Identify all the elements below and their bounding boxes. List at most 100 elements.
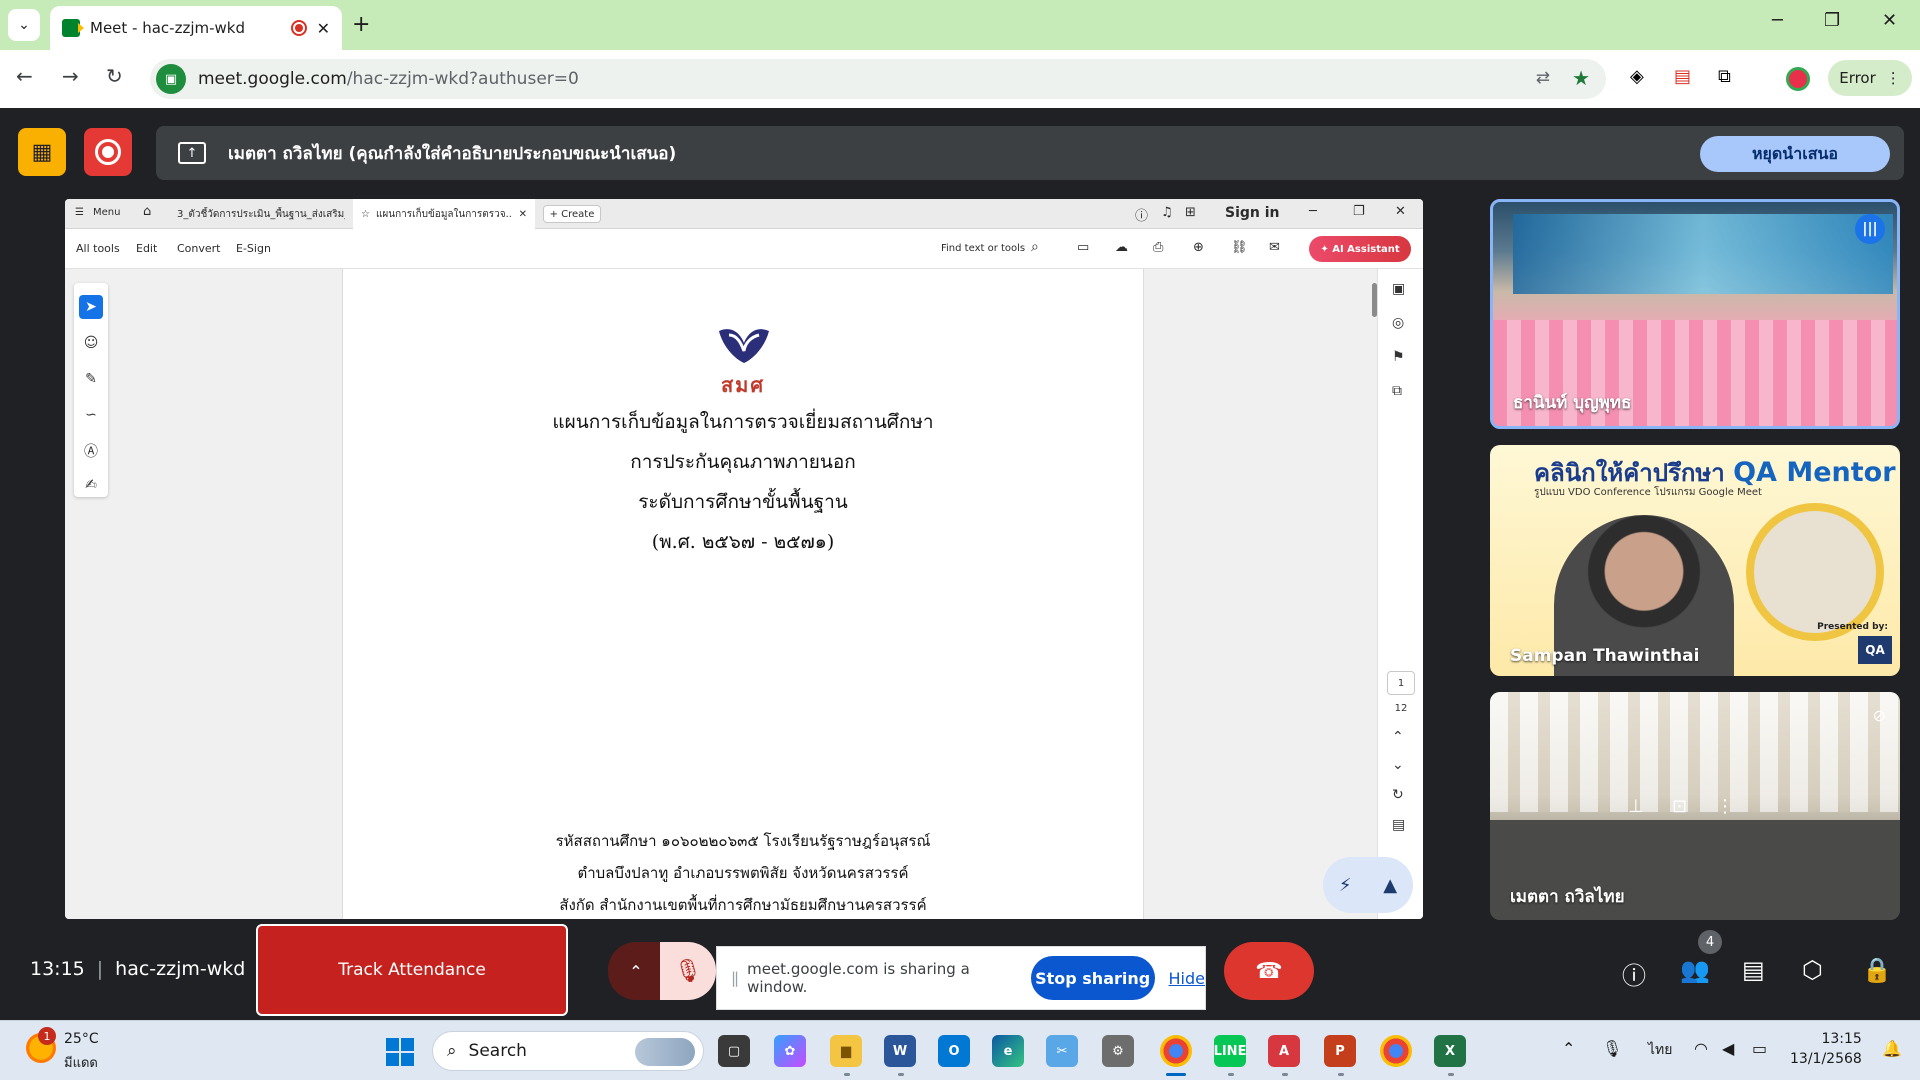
wifi-icon[interactable]: ◠	[1694, 1039, 1708, 1058]
page-down-icon[interactable]: ⌄	[1392, 757, 1404, 773]
back-arrow-icon[interactable]: ←	[16, 64, 33, 88]
close-window-icon[interactable]: ✕	[1882, 10, 1897, 31]
page-up-icon[interactable]: ⌃	[1392, 729, 1404, 745]
edge-icon[interactable]: e	[992, 1035, 1024, 1067]
comment-icon[interactable]: ☺	[79, 331, 103, 355]
word-icon[interactable]: W	[884, 1035, 916, 1067]
acrobat-tab-2[interactable]: ☆ แผนการเก็บข้อมูลในการตรวจ... ✕	[353, 199, 535, 229]
acrobat-restore-icon[interactable]: ❐	[1353, 204, 1365, 219]
recording-icon[interactable]	[84, 128, 132, 176]
extensions-puzzle-icon[interactable]: ⧉	[1718, 66, 1731, 87]
create-button[interactable]: + Create	[543, 205, 601, 223]
ai-assistant-button[interactable]: ✦ AI Assistant	[1309, 236, 1411, 262]
pin-icon[interactable]: ⊥	[1628, 796, 1644, 817]
app-gear-icon[interactable]: ⚙	[1102, 1035, 1134, 1067]
minimize-window-icon[interactable]: ─	[1772, 10, 1783, 31]
windows-start-icon[interactable]	[386, 1038, 414, 1066]
acrobat-tab-1[interactable]: 3_ตัวชี้วัดการประเมิน_พื้นฐาน_ส่งเสริม_.…	[177, 207, 345, 222]
system-clock[interactable]: 13:15 13/1/2568	[1790, 1029, 1862, 1069]
bookmark-panel-icon[interactable]: ⚑	[1392, 349, 1405, 365]
profile-avatar[interactable]	[1786, 67, 1810, 91]
hide-notification-link[interactable]: Hide	[1169, 969, 1205, 988]
chrome-profile-icon[interactable]	[1380, 1035, 1412, 1067]
tab-search-button[interactable]: ⌄	[8, 9, 40, 41]
acrobat-close-icon[interactable]: ✕	[1395, 204, 1406, 219]
battery-icon[interactable]: ▭	[1752, 1039, 1767, 1058]
stop-sharing-button[interactable]: Stop sharing	[1030, 956, 1155, 1000]
extension-vm-icon[interactable]: ▤	[1674, 66, 1691, 87]
acrobat-minimize-icon[interactable]: ─	[1309, 204, 1317, 219]
help-icon[interactable]: ⓘ	[1135, 205, 1148, 224]
menu-convert[interactable]: Convert	[177, 242, 221, 255]
excel-icon[interactable]: X	[1434, 1035, 1466, 1067]
home-icon[interactable]: ⌂	[143, 204, 151, 219]
weather-temperature[interactable]: 25°C	[64, 1031, 99, 1047]
rotate-icon[interactable]: ↻	[1392, 787, 1404, 803]
copilot-icon[interactable]: ✿	[774, 1035, 806, 1067]
volume-icon[interactable]: ◀	[1722, 1039, 1734, 1058]
highlight-pen-icon[interactable]: ✎	[79, 367, 103, 391]
sign-icon[interactable]: ✍	[79, 473, 103, 497]
page-fit-icon[interactable]: ▤	[1392, 817, 1405, 833]
stop-presenting-button[interactable]: หยุดนำเสนอ	[1700, 136, 1890, 172]
tab-close-icon[interactable]: ✕	[317, 19, 330, 38]
current-page-field[interactable]: 1	[1387, 671, 1415, 695]
host-controls-lock-icon[interactable]: 🔒	[1862, 956, 1892, 984]
camera-off-icon[interactable]: ▦	[18, 128, 66, 176]
email-icon[interactable]: ✉	[1269, 240, 1280, 255]
forward-arrow-icon[interactable]: →	[62, 64, 79, 88]
restore-window-icon[interactable]: ❐	[1824, 10, 1840, 31]
search-icon[interactable]: ⌕	[1031, 239, 1039, 255]
acrobat-icon[interactable]: A	[1268, 1035, 1300, 1067]
floating-quick-tools[interactable]: ⚡ ▲	[1323, 857, 1413, 913]
reload-icon[interactable]: ↻	[106, 64, 123, 88]
chrome-icon[interactable]	[1160, 1035, 1192, 1067]
hamburger-icon[interactable]: ☰	[75, 207, 84, 218]
save-icon[interactable]: ▭	[1077, 240, 1089, 255]
participant-tile-1[interactable]: ||| ธานินท์ บุญพุทธ	[1490, 199, 1900, 429]
participant-tile-3[interactable]: ⊘ ⊥ ⊡ ⋮ เมตตา ถวิลไทย	[1490, 692, 1900, 920]
menu-all-tools[interactable]: All tools	[76, 242, 120, 255]
upload-cloud-icon[interactable]: ☁	[1115, 240, 1128, 255]
new-tab-icon[interactable]: +	[352, 12, 370, 37]
browser-tab-meet[interactable]: Meet - hac-zzjm-wkd ✕	[50, 6, 342, 50]
link-icon[interactable]: ⛓	[1231, 240, 1248, 255]
activities-icon[interactable]: ⬡	[1802, 956, 1823, 984]
text-box-icon[interactable]: Ⓐ	[79, 439, 103, 463]
powerpoint-icon[interactable]: P	[1324, 1035, 1356, 1067]
bookmark-star-icon[interactable]: ★	[1572, 66, 1590, 90]
more-options-icon[interactable]: ⋮	[1716, 796, 1734, 817]
quick-action-icon[interactable]: ⚡	[1339, 875, 1352, 896]
menu-esign[interactable]: E-Sign	[236, 242, 271, 255]
show-hidden-icons-chevron-icon[interactable]: ⌃	[1562, 1039, 1575, 1058]
sign-in-link[interactable]: Sign in	[1225, 205, 1280, 221]
site-info-icon[interactable]: ▣	[156, 64, 186, 94]
acrobat-tab-close-icon[interactable]: ✕	[519, 209, 527, 220]
apps-grid-icon[interactable]: ⊞	[1185, 205, 1196, 220]
select-cursor-icon[interactable]: ➤	[79, 295, 103, 319]
people-icon[interactable]: 👥	[1680, 956, 1710, 984]
edit-pdf-icon[interactable]: ▣	[1392, 281, 1405, 297]
snipping-tool-icon[interactable]: ✂	[1046, 1035, 1078, 1067]
file-explorer-icon[interactable]: ▆	[830, 1035, 862, 1067]
share-people-icon[interactable]: ⊕	[1193, 240, 1204, 255]
comment-panel-icon[interactable]: ◎	[1392, 315, 1404, 331]
find-text-tools[interactable]: Find text or tools	[941, 243, 1025, 254]
translate-icon[interactable]: ⇄	[1536, 68, 1550, 88]
address-bar[interactable]: ▣ meet.google.com/hac-zzjm-wkd?authuser=…	[150, 59, 1606, 99]
profile-error-button[interactable]: Error ⋮	[1828, 60, 1912, 96]
notification-bell-icon[interactable]: 🔔	[1882, 1039, 1902, 1058]
mic-off-icon[interactable]: 🎙	[660, 942, 716, 1000]
chat-icon[interactable]: ▤	[1742, 956, 1765, 984]
audio-options-chevron-icon[interactable]: ⌃	[608, 942, 664, 1000]
track-attendance-button[interactable]: Track Attendance	[256, 924, 568, 1016]
leave-call-phone-icon[interactable]: ☎	[1224, 942, 1314, 1000]
extension-owl-icon[interactable]: ◈	[1630, 66, 1644, 87]
notifications-icon[interactable]: ♫	[1161, 205, 1173, 220]
draw-freehand-icon[interactable]: ∽	[79, 403, 103, 427]
task-view-icon[interactable]: ▢	[718, 1035, 750, 1067]
menu-edit[interactable]: Edit	[136, 242, 157, 255]
microphone-tray-icon[interactable]: 🎙	[1602, 1039, 1622, 1058]
outlook-icon[interactable]: O	[938, 1035, 970, 1067]
expand-up-icon[interactable]: ▲	[1383, 875, 1397, 896]
